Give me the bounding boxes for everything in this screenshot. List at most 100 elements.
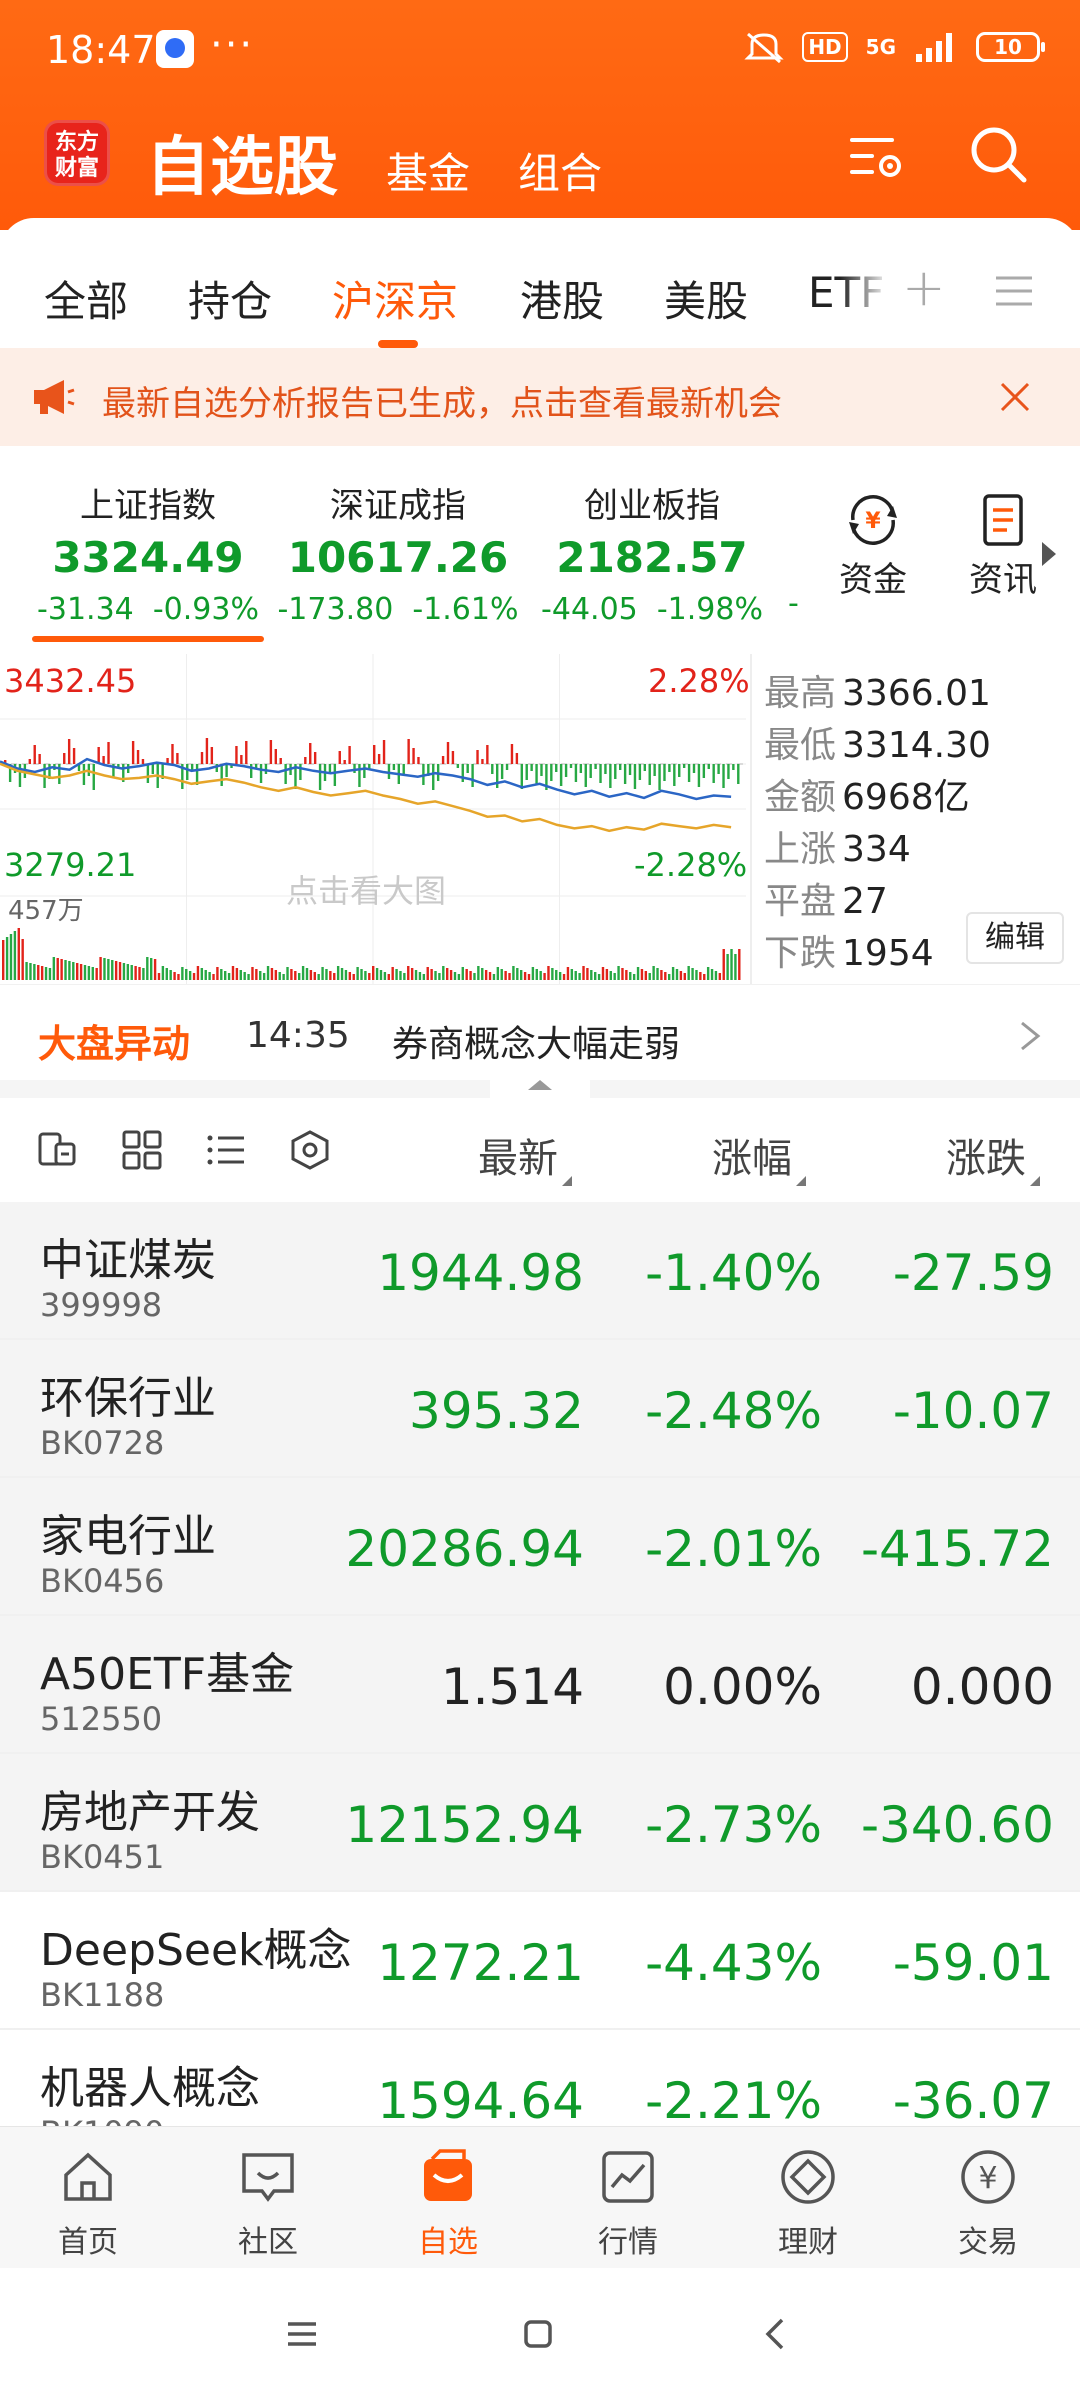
nav-label: 交易	[958, 2225, 1018, 2260]
card-view-icon[interactable]	[36, 1130, 80, 1170]
chart-volume-bar	[535, 969, 538, 980]
stat-key: 最低	[764, 725, 837, 766]
active-tab-indicator	[378, 340, 418, 348]
chart-down-bar	[82, 764, 86, 785]
quick-link-news[interactable]: 资讯	[958, 490, 1048, 601]
nav-wealth[interactable]: 理财	[748, 2147, 868, 2261]
tab-holdings[interactable]: 持仓	[188, 268, 272, 329]
chart-volume-bar	[52, 957, 56, 980]
close-icon[interactable]	[996, 378, 1034, 416]
chart-up-bar	[107, 742, 110, 764]
target-icon[interactable]	[288, 1130, 332, 1170]
chart-volume-bar	[621, 968, 624, 980]
nav-label: 首页	[58, 2225, 118, 2260]
diamond-icon	[781, 2150, 835, 2204]
stat-key: 最高	[764, 673, 837, 714]
chart-volume-bar	[570, 969, 574, 980]
report-banner[interactable]: 最新自选分析报告已生成，点击查看最新机会	[0, 348, 1080, 446]
grid-view-icon[interactable]	[120, 1130, 164, 1170]
chart-volume-bar	[185, 969, 188, 980]
chart-up-bar	[205, 738, 209, 764]
chart-volume-bar	[683, 973, 686, 980]
index-card-shanghai[interactable]: 上证指数 3324.49 -31.34 -0.93%	[24, 478, 272, 627]
chart-volume-bar	[188, 971, 192, 980]
stock-row[interactable]: 机器人概念BK1090 1594.64 -2.21% -36.07	[0, 2030, 1080, 2126]
chart-up-bar	[515, 753, 519, 764]
filter-settings-icon[interactable]	[846, 124, 910, 188]
chevron-right-icon[interactable]	[1018, 1021, 1042, 1051]
stock-row[interactable]: 中证煤炭 399998 1944.98 -1.40% -27.59	[0, 1202, 1080, 1340]
banner-text[interactable]: 最新自选分析报告已生成，点击查看最新机会	[102, 376, 782, 425]
chart-down-bar	[643, 764, 646, 771]
chart-volume-bar	[356, 967, 359, 980]
chart-down-bar	[707, 764, 710, 769]
nav-community[interactable]: 社区	[208, 2147, 328, 2261]
tab-shanghai-shenzhen-beijing[interactable]: 沪深京	[332, 268, 458, 329]
scroll-right-arrow[interactable]	[1042, 542, 1056, 566]
chart-down-bar	[737, 764, 740, 784]
signal-icon	[916, 33, 952, 62]
header-tab-combo[interactable]: 组合	[518, 140, 602, 201]
chart-volume-bar	[134, 966, 137, 980]
sort-latest[interactable]: 最新	[478, 1126, 572, 1186]
add-tab-button[interactable]: +	[902, 258, 946, 318]
chart-volume-bar	[103, 958, 106, 980]
nav-watchlist[interactable]: 自选	[388, 2147, 508, 2261]
stock-row[interactable]: 房地产开发 BK0451 12152.94 -2.73% -340.60	[0, 1754, 1080, 1892]
menu-icon[interactable]	[282, 2314, 322, 2354]
quick-link-funds[interactable]: ¥ 资金	[828, 490, 918, 601]
chart-pct-up-label: 2.28%	[648, 662, 750, 700]
back-icon[interactable]	[756, 2314, 796, 2354]
chart-volume-bar	[656, 968, 659, 980]
index-change: -31.34 -0.93%	[24, 592, 272, 627]
tab-menu-icon[interactable]	[994, 274, 1034, 308]
chart-volume-bar	[547, 966, 550, 980]
index-card-chinext[interactable]: 创业板指 2182.57 -44.05 -1.98%	[526, 478, 778, 627]
chart-volume-bar	[126, 964, 130, 980]
tab-all[interactable]: 全部	[44, 268, 128, 329]
page-title[interactable]: 自选股	[146, 116, 338, 208]
chart-volume-bar	[640, 969, 644, 980]
stock-name: 中证煤炭	[40, 1235, 216, 1286]
collapse-chart-handle[interactable]	[490, 1066, 590, 1098]
stock-row[interactable]: DeepSeek概念 BK1188 1272.21 -4.43% -59.01	[0, 1892, 1080, 2030]
chart-volume-bar	[138, 967, 141, 980]
home-square-icon[interactable]	[518, 2314, 558, 2354]
chart-volume-bar	[442, 966, 445, 980]
tab-us-stocks[interactable]: 美股	[664, 268, 748, 329]
status-bar: 18:47 ··· HD 5G 10	[0, 0, 1080, 100]
nav-home[interactable]: 首页	[28, 2147, 148, 2261]
chart-volume-bar	[153, 959, 157, 980]
nav-trade[interactable]: ¥ 交易	[928, 2147, 1048, 2261]
chart-volume-bar	[25, 962, 28, 980]
stock-row[interactable]: A50ETF基金 512550 1.514 0.00% 0.000	[0, 1616, 1080, 1754]
stock-pct-change: 0.00%	[663, 1658, 822, 1716]
chart-volume-bar	[329, 971, 332, 980]
chart-volume-bar	[146, 957, 149, 980]
chart-down-bar	[663, 764, 666, 781]
chart-up-bar	[245, 741, 248, 764]
index-intraday-chart[interactable]: 3432.45 2.28% 3279.21 -2.28% 点击看大图 457万	[0, 654, 750, 984]
tab-hong-kong[interactable]: 港股	[520, 268, 604, 329]
header-tab-fund[interactable]: 基金	[386, 140, 470, 201]
chart-volume-bar	[294, 971, 297, 980]
list-view-icon[interactable]	[204, 1130, 248, 1170]
chart-volume-bar	[212, 974, 215, 980]
chart-volume-bar	[523, 972, 527, 980]
stock-row[interactable]: 家电行业 BK0456 20286.94 -2.01% -415.72	[0, 1478, 1080, 1616]
stock-row[interactable]: 环保行业 BK0728 395.32 -2.48% -10.07	[0, 1340, 1080, 1478]
stock-code: BK0451	[40, 1838, 165, 1876]
index-change-pct: -0.93%	[152, 592, 259, 627]
nav-market[interactable]: 行情	[568, 2147, 688, 2261]
chart-down-bar	[722, 764, 725, 788]
chart-up-bar	[313, 752, 317, 764]
search-icon[interactable]	[966, 122, 1030, 186]
index-card-shenzhen[interactable]: 深证成指 10617.26 -173.80 -1.61%	[274, 478, 522, 627]
chart-up-bar	[28, 759, 31, 764]
sort-pct-change[interactable]: 涨幅	[712, 1126, 806, 1186]
system-navigation-bar	[0, 2268, 1080, 2400]
edit-button[interactable]: 编辑	[966, 912, 1064, 964]
stock-change: -36.07	[892, 2072, 1054, 2126]
chart-volume-bar	[718, 973, 722, 980]
sort-change[interactable]: 涨跌	[946, 1126, 1040, 1186]
